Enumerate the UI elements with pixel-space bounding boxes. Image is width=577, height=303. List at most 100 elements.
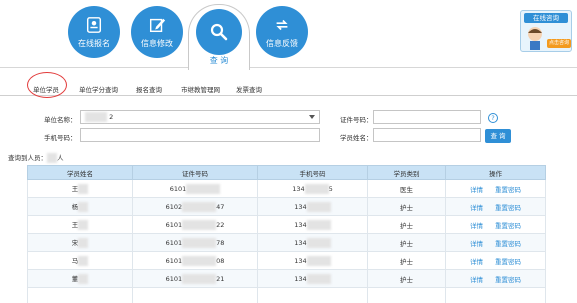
col-header-id: 证件号码 (132, 165, 258, 180)
cell-actions: 详情 重置密码 (445, 251, 546, 270)
cell-name: 王 (27, 215, 133, 234)
cell-phone: 134 (257, 251, 368, 270)
id-prefix: 6101 (165, 274, 183, 283)
redacted-id (182, 219, 217, 230)
cell-id: 6101 78 (132, 233, 258, 252)
id-suffix: 22 (216, 220, 225, 229)
id-prefix: 6101 (165, 220, 183, 229)
cell-id: 6101 (132, 179, 258, 198)
cell-name (27, 287, 133, 303)
unit-name-select[interactable]: 2 (80, 110, 320, 124)
redacted-name (78, 256, 89, 266)
tab-invoice-query[interactable]: 发票查询 (236, 84, 262, 94)
result-count: 查询到人员： 人 (8, 152, 64, 163)
detail-link[interactable]: 详情 (470, 276, 483, 284)
nav-online-registration[interactable]: 在线报名 (68, 6, 120, 58)
col-header-name: 学员姓名 (27, 165, 133, 180)
cell-category: 医生 (367, 179, 446, 198)
tab-registration-query[interactable]: 报名查询 (136, 84, 162, 94)
cell-category: 护士 (367, 233, 446, 252)
nav-label: 查 询 (209, 56, 229, 65)
redacted-count (47, 153, 57, 163)
redacted-name (78, 274, 89, 284)
redacted-name (78, 202, 89, 212)
reset-password-link[interactable]: 重置密码 (495, 240, 521, 248)
redacted-id (182, 237, 217, 248)
result-prefix: 查询到人员： (8, 154, 47, 162)
table-row: 马 6101 08 134 护士 详情 重置密码 (27, 251, 546, 270)
tab-unit-credit-query[interactable]: 单位学分查询 (79, 84, 118, 94)
redacted-name (78, 220, 89, 230)
avatar-icon (528, 27, 542, 50)
cell-actions (445, 287, 546, 303)
cell-name: 宋 (27, 233, 133, 252)
id-prefix: 6101 (169, 184, 187, 193)
col-header-actions: 操作 (445, 165, 546, 180)
redacted-phone (306, 255, 331, 266)
sub-tabs: 单位学员 单位学分查询 报名查询 市继教管理网 发票查询 (0, 80, 577, 96)
nav-feedback[interactable]: 信息反馈 (256, 6, 308, 58)
cell-phone: 134 (257, 197, 368, 216)
table-header-row: 学员姓名 证件号码 手机号码 学员类别 操作 (27, 165, 546, 180)
chevron-down-icon (309, 115, 315, 119)
detail-link[interactable]: 详情 (470, 186, 483, 194)
phone-input[interactable] (80, 128, 320, 142)
consult-click-button[interactable]: 点击咨询 (547, 39, 571, 48)
id-number-label: 证件号码： (340, 116, 373, 124)
nav-label: 信息修改 (141, 38, 173, 48)
unit-name-value: 2 (109, 113, 114, 121)
cell-phone (257, 287, 368, 303)
online-consult-widget[interactable]: 在线咨询 点击咨询 (520, 10, 572, 52)
cell-id: 6102 47 (132, 197, 258, 216)
phone-prefix: 134 (294, 202, 307, 211)
cell-actions: 详情 重置密码 (445, 215, 546, 234)
consult-title: 在线咨询 (524, 13, 568, 23)
cell-id: 6101 21 (132, 269, 258, 288)
reset-password-link[interactable]: 重置密码 (495, 258, 521, 266)
table-row: 王 6101 22 134 护士 详情 重置密码 (27, 215, 546, 234)
cell-category (367, 287, 446, 303)
id-number-input[interactable] (373, 110, 481, 124)
id-suffix: 08 (216, 256, 225, 265)
cell-id (132, 287, 258, 303)
id-prefix: 6102 (165, 202, 183, 211)
help-icon[interactable]: ? (488, 113, 498, 123)
cell-actions: 详情 重置密码 (445, 233, 546, 252)
table-row: 杨 6102 47 134 护士 详情 重置密码 (27, 197, 546, 216)
cell-phone: 134 (257, 233, 368, 252)
query-button[interactable]: 查 询 (485, 129, 511, 143)
cell-category: 护士 (367, 251, 446, 270)
cell-phone: 134 (257, 269, 368, 288)
nav-info-edit[interactable]: 信息修改 (131, 6, 183, 58)
id-suffix: 78 (216, 238, 225, 247)
tab-continuing-education-site[interactable]: 市继教管理网 (181, 84, 220, 94)
id-suffix: 21 (216, 274, 225, 283)
reset-password-link[interactable]: 重置密码 (495, 186, 521, 194)
reset-password-link[interactable]: 重置密码 (495, 222, 521, 230)
phone-prefix: 134 (292, 184, 305, 193)
table-row: 董 6101 21 134 护士 详情 重置密码 (27, 269, 546, 288)
top-navigation: 在线报名 信息修改 查 询 信息反馈 在线咨询 点击咨询 (0, 0, 577, 70)
edit-icon (149, 18, 166, 32)
cell-name: 王 (27, 179, 133, 198)
detail-link[interactable]: 详情 (470, 204, 483, 212)
redacted-name (78, 238, 89, 248)
detail-link[interactable]: 详情 (470, 258, 483, 266)
cell-phone: 134 5 (257, 179, 368, 198)
reset-password-link[interactable]: 重置密码 (495, 204, 521, 212)
detail-link[interactable]: 详情 (470, 240, 483, 248)
nav-label: 信息反馈 (266, 38, 298, 48)
redacted-phone (304, 183, 329, 194)
phone-prefix: 134 (294, 256, 307, 265)
student-name-input[interactable] (373, 128, 481, 142)
reset-password-link[interactable]: 重置密码 (495, 276, 521, 284)
table-row (27, 287, 546, 303)
nav-label: 在线报名 (78, 38, 110, 48)
redacted-phone (306, 273, 331, 284)
redacted-id (182, 255, 217, 266)
phone-prefix: 134 (294, 238, 307, 247)
nav-query[interactable]: 查 询 (188, 4, 250, 70)
cell-actions: 详情 重置密码 (445, 179, 546, 198)
detail-link[interactable]: 详情 (470, 222, 483, 230)
active-tab-highlight (27, 72, 67, 98)
